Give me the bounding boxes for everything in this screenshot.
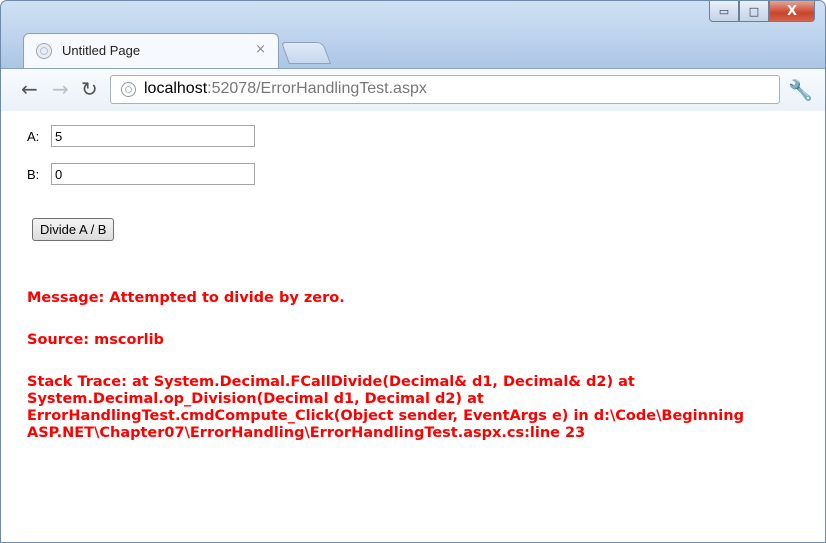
divide-button[interactable]: Divide A / B [32,218,115,241]
b-label: B: [27,166,40,182]
maximize-button[interactable]: □ [739,1,769,22]
address-bar[interactable]: localhost:52078/ErrorHandlingTest.aspx [110,75,780,104]
error-source: Source: mscorlib [27,332,164,348]
minimize-icon: ▭ [718,4,730,18]
tab-title: Untitled Page [62,43,141,58]
page-icon [121,82,136,97]
a-input[interactable] [51,125,255,147]
close-icon: X [786,3,798,19]
browser-window: Untitled Page × ▭ □ X ← → ↻ localhost:52… [0,0,826,543]
tab-close-icon[interactable]: × [255,42,266,57]
wrench-icon[interactable]: 🔧 [788,78,813,102]
b-input[interactable] [51,163,255,185]
browser-toolbar: ← → ↻ localhost:52078/ErrorHandlingTest.… [1,68,825,112]
field-row-b: B: [27,163,255,185]
tab-strip: Untitled Page × ▭ □ X [1,1,825,69]
new-tab-button[interactable] [280,42,332,64]
back-arrow-icon[interactable]: ← [21,78,38,100]
close-window-button[interactable]: X [769,1,815,22]
url-path: :52078/ErrorHandlingTest.aspx [207,80,427,97]
globe-icon [36,43,52,59]
url-host: localhost [144,80,208,97]
error-message: Message: Attempted to divide by zero. [27,290,345,306]
maximize-icon: □ [748,4,760,18]
field-row-a: A: [27,125,255,147]
a-label: A: [27,128,40,144]
reload-icon[interactable]: ↻ [81,78,98,100]
window-controls: ▭ □ X [709,1,815,23]
url-text[interactable]: localhost:52078/ErrorHandlingTest.aspx [144,80,427,98]
forward-arrow-icon[interactable]: → [52,78,69,100]
tab-untitled-page[interactable]: Untitled Page × [23,33,279,68]
error-stack-trace: Stack Trace: at System.Decimal.FCallDivi… [27,374,744,441]
minimize-button[interactable]: ▭ [709,1,739,22]
page-content: A: B: Divide A / B Message: Attempted to… [1,111,825,542]
